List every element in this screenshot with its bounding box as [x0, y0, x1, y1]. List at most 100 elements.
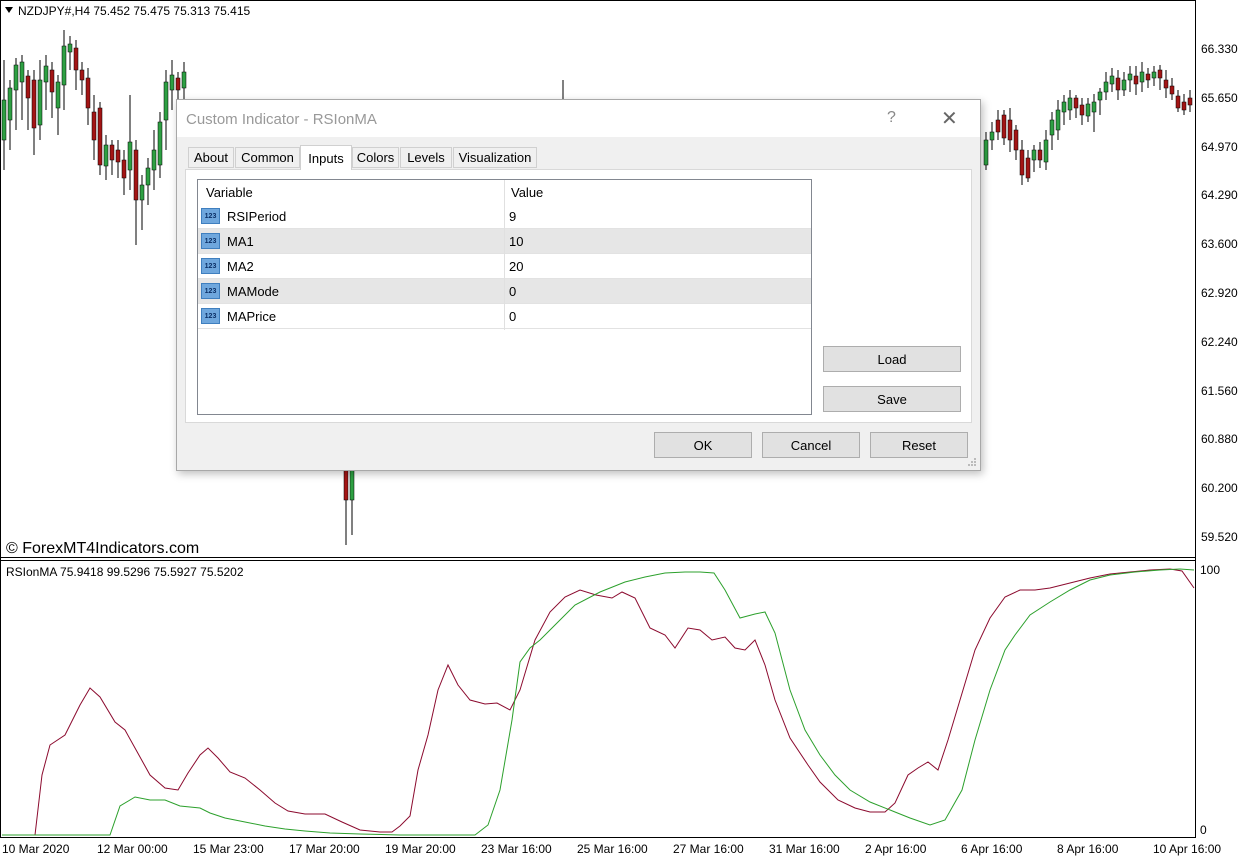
- candle-body: [19, 61, 25, 83]
- symbol-title: NZDJPY#,H4 75.452 75.475 75.313 75.415: [18, 4, 251, 18]
- inputs-grid[interactable]: Variable Value 123 RSIPeriod 9 123 MA1 1…: [197, 179, 812, 415]
- date-axis-label: 2 Apr 16:00: [865, 842, 927, 856]
- candle-body: [1091, 101, 1097, 113]
- candle-body: [145, 167, 151, 186]
- integer-type-icon: 123: [201, 258, 220, 274]
- column-separator[interactable]: [504, 180, 505, 330]
- cell-variable: MAPrice: [227, 309, 277, 324]
- date-axis-label: 15 Mar 23:00: [193, 842, 264, 856]
- candle-body: [1, 99, 7, 141]
- candle-body: [1085, 103, 1091, 117]
- candle-body: [139, 184, 145, 201]
- candle-body: [103, 144, 109, 167]
- candle-body: [43, 65, 49, 83]
- candle-body: [1127, 73, 1133, 81]
- ma-line: [2, 568, 1195, 836]
- candle-body: [181, 71, 187, 89]
- candle-body: [1067, 97, 1073, 111]
- candle-body: [109, 144, 115, 161]
- candle-body: [1031, 149, 1037, 161]
- candle-body: [1055, 109, 1061, 131]
- candle-body: [115, 149, 121, 163]
- candle-body: [1139, 71, 1145, 83]
- date-axis-label: 17 Mar 20:00: [289, 842, 360, 856]
- candle-body: [1115, 77, 1121, 91]
- indicator-axis-max: 100: [1200, 563, 1221, 577]
- candle-body: [121, 159, 127, 179]
- candle-body: [127, 141, 133, 171]
- cancel-button[interactable]: Cancel: [762, 432, 860, 458]
- cell-variable: MA1: [227, 234, 254, 249]
- save-button[interactable]: Save: [823, 386, 961, 412]
- candle-body: [995, 119, 1001, 133]
- dialog-title: Custom Indicator - RSIonMA: [186, 111, 377, 128]
- candle-body: [1049, 119, 1055, 136]
- date-axis-label: 27 Mar 16:00: [673, 842, 744, 856]
- tab-common[interactable]: Common: [235, 147, 300, 168]
- price-axis-label: 59.520: [1201, 530, 1238, 544]
- date-axis-label: 6 Apr 16:00: [961, 842, 1023, 856]
- candle-body: [55, 81, 61, 109]
- candle-body: [1079, 104, 1085, 116]
- candle-body: [1181, 101, 1187, 111]
- cell-value[interactable]: 9: [509, 209, 516, 224]
- cell-value[interactable]: 20: [509, 259, 523, 274]
- candle-body: [73, 47, 79, 71]
- date-axis-label: 25 Mar 16:00: [577, 842, 648, 856]
- resize-grip-icon[interactable]: [967, 457, 977, 467]
- candle-body: [1061, 101, 1067, 113]
- indicator-axis-min: 0: [1200, 823, 1207, 837]
- candle-body: [1169, 85, 1175, 95]
- price-axis-label: 61.560: [1201, 383, 1238, 398]
- chart-menu-arrow-icon[interactable]: [5, 7, 13, 13]
- candle-body: [1097, 91, 1103, 101]
- cell-value[interactable]: 10: [509, 234, 523, 249]
- header-value[interactable]: Value: [511, 185, 543, 200]
- dialog-titlebar[interactable]: Custom Indicator - RSIonMA ? ✕: [177, 100, 980, 137]
- candle-body: [85, 77, 91, 109]
- candle-body: [1187, 97, 1193, 106]
- candle-body: [91, 111, 97, 141]
- tab-levels[interactable]: Levels: [400, 147, 452, 168]
- cell-variable: RSIPeriod: [227, 209, 287, 224]
- candle-body: [1121, 79, 1127, 91]
- candle-body: [349, 469, 355, 501]
- candle-body: [169, 74, 175, 91]
- tab-inputs[interactable]: Inputs: [300, 145, 352, 170]
- cell-value[interactable]: 0: [509, 309, 516, 324]
- candle-body: [983, 139, 989, 166]
- price-axis-label: 62.920: [1201, 286, 1238, 300]
- candle-body: [1043, 139, 1049, 163]
- price-axis-label: 62.240: [1201, 334, 1238, 349]
- candle-body: [61, 45, 67, 86]
- price-axis-label: 63.600: [1201, 237, 1238, 252]
- cell-value[interactable]: 0: [509, 284, 516, 299]
- custom-indicator-dialog: Custom Indicator - RSIonMA ? ✕ About Com…: [176, 99, 981, 471]
- help-icon[interactable]: ?: [887, 109, 896, 127]
- price-axis-label: 60.200: [1201, 481, 1238, 496]
- close-icon[interactable]: ✕: [941, 106, 958, 131]
- price-axis-label: 64.970: [1201, 139, 1238, 154]
- date-axis-label: 10 Mar 2020: [2, 842, 70, 856]
- candle-body: [1157, 69, 1163, 79]
- date-axis-label: 8 Apr 16:00: [1057, 842, 1119, 856]
- tab-about[interactable]: About: [188, 147, 234, 168]
- load-button[interactable]: Load: [823, 346, 961, 372]
- candle-body: [37, 79, 43, 126]
- ok-button[interactable]: OK: [654, 432, 752, 458]
- candle-body: [1001, 114, 1007, 139]
- candle-body: [1019, 149, 1025, 176]
- date-axis-label: 31 Mar 16:00: [769, 842, 840, 856]
- tab-colors[interactable]: Colors: [352, 147, 399, 168]
- candle-body: [7, 87, 13, 121]
- candle-body: [97, 107, 103, 166]
- candle-body: [1175, 95, 1181, 109]
- date-axis-label: 10 Apr 16:00: [1153, 842, 1222, 856]
- candle-body: [133, 149, 139, 201]
- price-axis-label: 66.330: [1201, 42, 1238, 56]
- header-variable[interactable]: Variable: [206, 185, 253, 200]
- reset-button[interactable]: Reset: [870, 432, 968, 458]
- candle-body: [49, 69, 55, 93]
- tab-visualization[interactable]: Visualization: [453, 147, 537, 168]
- candle-body: [163, 81, 169, 121]
